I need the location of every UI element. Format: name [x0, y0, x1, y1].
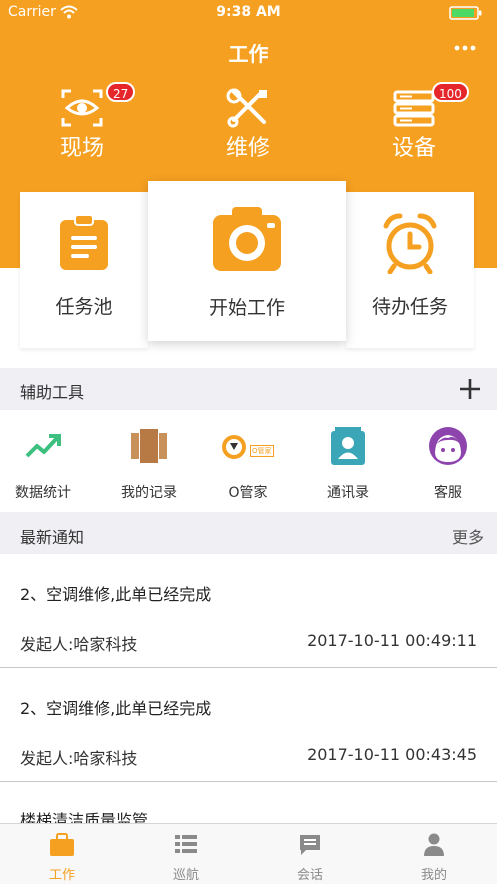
card-task-pool[interactable]: 任务池 [20, 192, 148, 348]
tool-label: O管家 [228, 485, 268, 501]
tool-label: 数据统计 [15, 485, 71, 501]
book-icon [131, 429, 167, 463]
tool-data-stats[interactable]: 数据统计 [3, 410, 83, 510]
card-label: 任务池 [55, 296, 113, 318]
top-action-scene[interactable]: 27 现场 [22, 82, 142, 162]
tab-bar: 工作 巡航 会话 我的 [0, 823, 497, 884]
device-badge: 100 [432, 82, 469, 102]
tools-icon [226, 88, 267, 128]
section-title: 最新通知 [20, 528, 85, 547]
clock: 9:38 AM [216, 4, 281, 20]
o-butler-logo-text: O管家 [250, 445, 274, 457]
top-action-label: 设备 [391, 136, 436, 161]
notice-item[interactable]: 2、空调维修,此单已经完成 发起人:哈家科技 2017-10-11 00:49:… [0, 555, 497, 667]
contacts-icon [331, 427, 365, 465]
chat-icon [300, 835, 320, 855]
card-label: 待办任务 [371, 296, 448, 318]
clipboard-icon [60, 214, 108, 270]
plus-icon[interactable] [458, 377, 482, 401]
tool-label: 我的记录 [121, 485, 177, 501]
scene-badge: 27 [106, 82, 136, 102]
notice-title: 楼梯清洁质量监管 [20, 811, 149, 823]
notice-time: 2017-10-11 00:49:11 [307, 631, 477, 650]
service-face-icon [429, 427, 467, 465]
top-action-repair[interactable]: 维修 [188, 82, 308, 162]
card-label: 开始工作 [208, 297, 285, 319]
notice-item[interactable]: 楼梯清洁质量监管 [0, 783, 497, 823]
trend-up-icon [25, 434, 61, 458]
card-todo[interactable]: 待办任务 [346, 192, 474, 348]
notice-sender: 发起人:哈家科技 [20, 635, 138, 654]
eye-scan-icon [61, 89, 103, 127]
top-action-label: 维修 [225, 136, 270, 161]
tools-section-header: 辅助工具 [0, 368, 497, 410]
divider [0, 667, 497, 668]
notice-sender: 发起人:哈家科技 [20, 749, 138, 768]
tool-o-butler[interactable]: O管家 O管家 [208, 410, 288, 510]
divider [0, 781, 497, 782]
notice-time: 2017-10-11 00:43:45 [307, 745, 477, 764]
top-action-label: 现场 [59, 136, 104, 161]
more-dots-icon[interactable] [454, 43, 476, 53]
tab-label: 会话 [296, 868, 323, 883]
tab-label: 巡航 [172, 868, 199, 883]
server-icon [393, 90, 435, 127]
tool-my-records[interactable]: 我的记录 [109, 410, 189, 510]
tab-mine[interactable]: 我的 [372, 824, 496, 884]
card-start-work[interactable]: 开始工作 [148, 181, 346, 341]
tab-cruise[interactable]: 巡航 [124, 824, 248, 884]
list-icon [175, 835, 197, 853]
tool-label: 客服 [434, 485, 462, 501]
briefcase-icon [50, 833, 74, 856]
section-title: 辅助工具 [20, 383, 85, 402]
more-link[interactable]: 更多 [452, 524, 484, 548]
person-icon [424, 833, 444, 856]
notice-title: 2、空调维修,此单已经完成 [20, 699, 212, 718]
tool-label: 通讯录 [327, 485, 369, 501]
tab-work[interactable]: 工作 [0, 824, 124, 884]
alarm-clock-icon [383, 213, 437, 274]
tab-label: 工作 [48, 868, 75, 883]
page-title: 工作 [228, 42, 269, 66]
notice-item[interactable]: 2、空调维修,此单已经完成 发起人:哈家科技 2017-10-11 00:43:… [0, 669, 497, 781]
camera-icon [213, 207, 281, 271]
tool-contacts[interactable]: 通讯录 [308, 410, 388, 510]
tool-customer-service[interactable]: 客服 [408, 410, 488, 510]
notice-section-header: 最新通知 更多 [0, 512, 497, 554]
top-action-device[interactable]: 100 设备 [354, 82, 474, 162]
tab-chat[interactable]: 会话 [248, 824, 372, 884]
notice-title: 2、空调维修,此单已经完成 [20, 585, 212, 604]
tab-label: 我的 [420, 868, 447, 883]
battery-icon [449, 6, 482, 20]
